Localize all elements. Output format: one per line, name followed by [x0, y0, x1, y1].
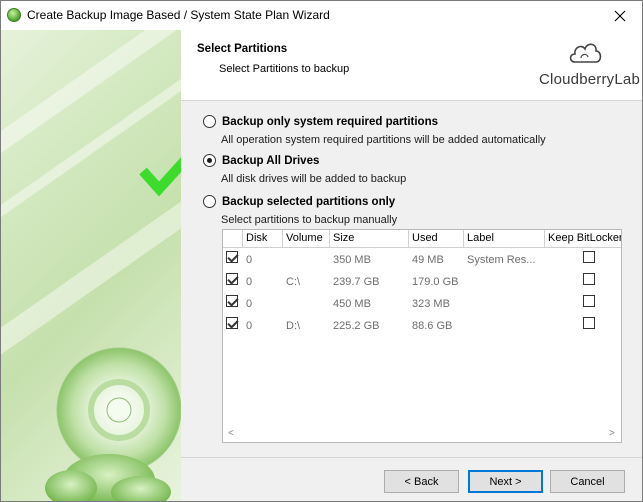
- disc-icon: [45, 347, 181, 501]
- partitions-table[interactable]: Disk Volume Size Used Label Keep BitLock…: [222, 229, 622, 443]
- window-title: Create Backup Image Based / System State…: [27, 8, 330, 22]
- app-icon: [7, 8, 21, 22]
- column-header-check[interactable]: [223, 230, 243, 248]
- option-description: Select partitions to backup manually: [221, 214, 398, 226]
- cell-size: 450 MB: [333, 298, 371, 310]
- wizard-window: Create Backup Image Based / System State…: [0, 0, 643, 502]
- table-row[interactable]: 0 450 MB 323 MB: [223, 293, 621, 315]
- keep-bitlocker-checkbox[interactable]: [583, 273, 595, 285]
- radio-system-partitions[interactable]: [203, 115, 216, 128]
- brand-logo: CloudberryLab: [533, 38, 640, 93]
- option-label[interactable]: Backup only system required partitions: [222, 116, 438, 128]
- option-selected-partitions[interactable]: Backup selected partitions only: [203, 195, 395, 208]
- content-area: Backup only system required partitions A…: [181, 101, 642, 457]
- cell-size: 350 MB: [333, 254, 371, 266]
- title-bar: Create Backup Image Based / System State…: [1, 1, 642, 30]
- cell-disk: 0: [246, 254, 253, 266]
- option-system-partitions[interactable]: Backup only system required partitions: [203, 115, 438, 128]
- cell-used: 179.0 GB: [412, 276, 459, 288]
- close-icon: [614, 10, 626, 21]
- cell-volume: D:\: [286, 320, 301, 332]
- cancel-button[interactable]: Cancel: [550, 470, 625, 493]
- row-checkbox[interactable]: [226, 317, 238, 329]
- option-description: All disk drives will be added to backup: [221, 173, 407, 185]
- option-label[interactable]: Backup All Drives: [222, 155, 319, 167]
- cell-used: 323 MB: [412, 298, 450, 310]
- table-row[interactable]: 0 350 MB 49 MB System Res...: [223, 249, 621, 271]
- keep-bitlocker-checkbox[interactable]: [583, 251, 595, 263]
- option-all-drives[interactable]: Backup All Drives: [203, 154, 319, 167]
- cell-volume: C:\: [286, 276, 301, 288]
- scroll-right-button[interactable]: >: [609, 429, 615, 439]
- radio-selected-partitions[interactable]: [203, 195, 216, 208]
- cell-disk: 0: [246, 298, 253, 310]
- wizard-header: Select Partitions Select Partitions to b…: [181, 30, 642, 100]
- cell-label: [467, 271, 543, 293]
- wizard-footer: < Back Next > Cancel: [181, 457, 642, 501]
- table-row[interactable]: 0 D:\ 225.2 GB 88.6 GB: [223, 315, 621, 337]
- cell-size: 225.2 GB: [333, 320, 380, 332]
- cell-label: [467, 293, 543, 315]
- cell-label: System Res...: [467, 254, 536, 266]
- option-description: All operation system required partitions…: [221, 134, 546, 146]
- column-header-label[interactable]: Label: [464, 230, 545, 248]
- radio-all-drives[interactable]: [203, 154, 216, 167]
- column-header-size[interactable]: Size: [330, 230, 409, 248]
- option-label[interactable]: Backup selected partitions only: [222, 196, 395, 208]
- cell-label: [467, 315, 543, 337]
- page-title: Select Partitions: [197, 43, 288, 55]
- cell-used: 49 MB: [412, 254, 444, 266]
- back-button[interactable]: < Back: [384, 470, 459, 493]
- next-button[interactable]: Next >: [468, 470, 543, 493]
- logo-text: CloudberryLab: [539, 71, 640, 88]
- cell-disk: 0: [246, 276, 253, 288]
- cell-disk: 0: [246, 320, 253, 332]
- scroll-left-button[interactable]: <: [228, 429, 234, 439]
- row-checkbox[interactable]: [226, 251, 238, 263]
- column-header-disk[interactable]: Disk: [243, 230, 283, 248]
- close-button[interactable]: [598, 1, 642, 30]
- keep-bitlocker-checkbox[interactable]: [583, 317, 595, 329]
- cell-used: 88.6 GB: [412, 320, 453, 332]
- keep-bitlocker-checkbox[interactable]: [583, 295, 595, 307]
- table-header: Disk Volume Size Used Label Keep BitLock…: [223, 230, 621, 248]
- column-header-volume[interactable]: Volume: [283, 230, 330, 248]
- side-banner: [1, 30, 181, 501]
- cloud-logo-icon: [569, 43, 602, 63]
- row-checkbox[interactable]: [226, 295, 238, 307]
- column-header-used[interactable]: Used: [409, 230, 464, 248]
- column-header-keep-bitlocker[interactable]: Keep BitLocker: [545, 230, 621, 248]
- horizontal-scrollbar[interactable]: < >: [223, 426, 621, 442]
- cell-size: 239.7 GB: [333, 276, 380, 288]
- row-checkbox[interactable]: [226, 273, 238, 285]
- table-row[interactable]: 0 C:\ 239.7 GB 179.0 GB: [223, 271, 621, 293]
- page-subtitle: Select Partitions to backup: [219, 63, 350, 75]
